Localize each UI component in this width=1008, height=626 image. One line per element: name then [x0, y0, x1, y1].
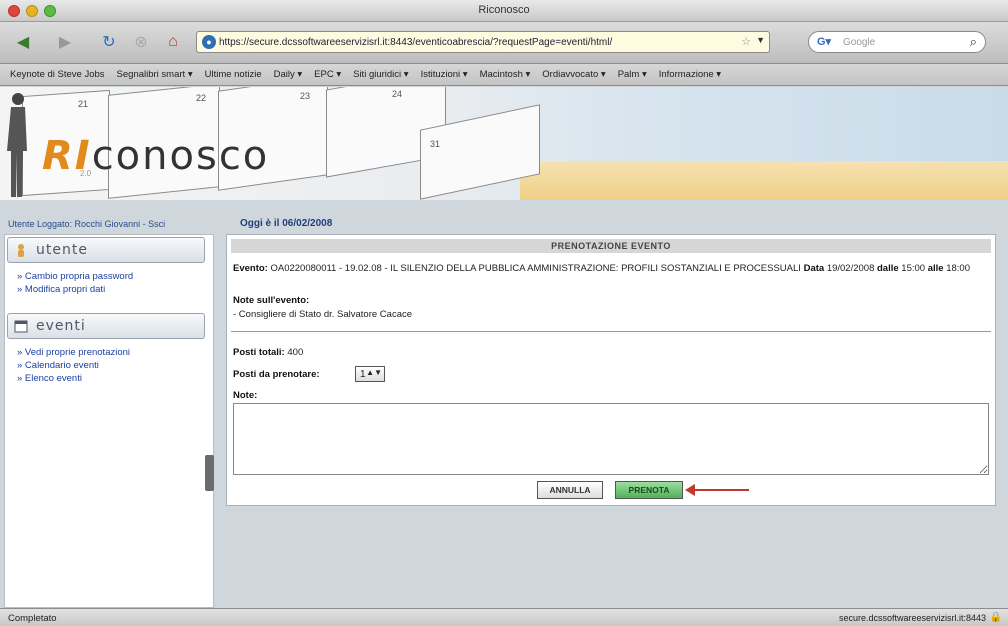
sidebar-section-events: eventi: [7, 313, 205, 339]
person-silhouette-icon: [7, 93, 27, 197]
sidebar-link-my-bookings[interactable]: » Vedi proprie prenotazioni: [17, 347, 130, 358]
event-description: Evento: OA0220080011 - 19.02.08 - IL SIL…: [233, 262, 987, 275]
reload-icon[interactable]: ↻: [96, 31, 122, 53]
bookmarks-bar: Keynote di Steve Jobs Segnalibri smart ▾…: [0, 64, 1008, 86]
bookmark-item[interactable]: Keynote di Steve Jobs: [10, 69, 105, 80]
calendar-number: 24: [392, 89, 403, 99]
sidebar-section-label: utente: [36, 242, 88, 258]
sidebar-link-event-calendar[interactable]: » Calendario eventi: [17, 360, 99, 371]
info-strip: Utente Loggato: Rocchi Giovanni - Ssci O…: [0, 214, 1008, 232]
riconosco-logo: RIconosco: [42, 133, 270, 179]
from-label: dalle: [877, 263, 899, 274]
event-label: Evento:: [233, 263, 268, 274]
to-label: alle: [927, 263, 944, 274]
sidebar-section-user: utente: [7, 237, 205, 263]
search-icon[interactable]: ⌕: [970, 34, 977, 50]
sidebar-link-event-list[interactable]: » Elenco eventi: [17, 373, 82, 384]
url-bar[interactable]: ● https://secure.dcssoftwareeservizisrl.…: [196, 31, 770, 53]
logo-version: 2.0: [80, 169, 92, 178]
event-notes-value: - Consigliere di Stato dr. Salvatore Cac…: [233, 309, 413, 320]
sidebar-link-change-password[interactable]: » Cambio propria password: [17, 271, 133, 282]
home-icon[interactable]: ⌂: [160, 31, 186, 53]
calendar-number: 31: [430, 139, 441, 149]
back-arrow-icon[interactable]: ◀: [8, 31, 38, 53]
site-banner: 21 22 23 24 31 RIconosco 2.0: [0, 87, 1008, 200]
status-text: Completato: [8, 613, 57, 624]
status-host: secure.dcssoftwareeservizisrl.it:8443: [838, 613, 986, 623]
total-seats: Posti totali: 400: [233, 347, 304, 358]
bookmark-item[interactable]: Palm ▾: [618, 69, 647, 80]
event-value: OA0220080011 - 19.02.08 - IL SILENZIO DE…: [270, 263, 801, 274]
bookmark-item[interactable]: Ordiavvocato ▾: [542, 69, 605, 80]
notes-textarea[interactable]: [233, 403, 989, 475]
search-engine-icon[interactable]: G▾: [817, 35, 831, 48]
calendar-icon: [14, 320, 28, 333]
today-date: Oggi è il 06/02/2008: [240, 218, 333, 229]
bookmark-item[interactable]: EPC ▾: [314, 69, 341, 80]
lock-icon[interactable]: 🔒: [990, 612, 1002, 623]
status-bar: Completato secure.dcssoftwareeservizisrl…: [0, 608, 1008, 626]
bookmark-star-icon[interactable]: ☆: [741, 35, 751, 48]
to-value: 18:00: [946, 263, 970, 274]
user-icon: [18, 244, 24, 257]
event-notes-label: Note sull'evento:: [233, 295, 310, 306]
browser-toolbar: ◀ ▶ ↻ ⊗ ⌂ ● https://secure.dcssoftwarees…: [0, 22, 1008, 64]
stop-icon[interactable]: ⊗: [128, 31, 154, 53]
calendar-number: 22: [196, 93, 207, 103]
calendar-number: 21: [78, 99, 89, 109]
chevron-down-icon: ▲▼: [366, 368, 382, 377]
window-titlebar: Riconosco: [0, 0, 1008, 22]
logged-user-text: Utente Loggato: Rocchi Giovanni - Ssci: [8, 219, 166, 229]
search-placeholder: Google: [843, 36, 876, 48]
from-value: 15:00: [901, 263, 926, 274]
sidebar: utente » Cambio propria password » Modif…: [4, 234, 214, 608]
forward-arrow-icon[interactable]: ▶: [50, 31, 80, 53]
url-dropdown-icon[interactable]: ▼: [756, 35, 765, 45]
book-button[interactable]: PRENOTA: [615, 481, 683, 499]
bookmark-item[interactable]: Segnalibri smart ▾: [117, 69, 193, 80]
date-value: 19/02/2008: [826, 263, 875, 274]
banner-decoration: [520, 161, 1008, 200]
pointer-arrow-line: [689, 489, 749, 491]
seats-to-book-value: 1: [360, 368, 366, 380]
calendar-number: 23: [300, 91, 311, 101]
site-identity-icon[interactable]: ●: [202, 35, 216, 49]
sidebar-link-edit-data[interactable]: » Modifica propri dati: [17, 284, 105, 295]
section-divider: [231, 331, 991, 332]
sidebar-scrollbar[interactable]: [205, 455, 214, 491]
bookmark-item[interactable]: Macintosh ▾: [480, 69, 531, 80]
sidebar-section-label: eventi: [36, 318, 86, 334]
seats-to-book-label: Posti da prenotare:: [233, 369, 320, 380]
url-text: https://secure.dcssoftwareeservizisrl.it…: [219, 36, 613, 48]
bookmark-item[interactable]: Ultime notizie: [205, 69, 262, 80]
bookmark-item[interactable]: Daily ▾: [274, 69, 303, 80]
bookmark-item[interactable]: Informazione ▾: [659, 69, 721, 80]
date-label: Data: [803, 263, 825, 274]
bookmark-item[interactable]: Siti giuridici ▾: [353, 69, 408, 80]
window-title: Riconosco: [478, 4, 530, 16]
booking-panel: PRENOTAZIONE EVENTO Evento: OA0220080011…: [226, 234, 996, 506]
search-input[interactable]: G▾ Google ⌕: [808, 31, 986, 53]
seats-to-book-select[interactable]: 1 ▲▼: [355, 366, 385, 382]
panel-heading: PRENOTAZIONE EVENTO: [231, 239, 991, 253]
cancel-button[interactable]: ANNULLA: [537, 481, 603, 499]
notes-label: Note:: [233, 390, 258, 401]
bookmark-item[interactable]: Istituzioni ▾: [421, 69, 468, 80]
